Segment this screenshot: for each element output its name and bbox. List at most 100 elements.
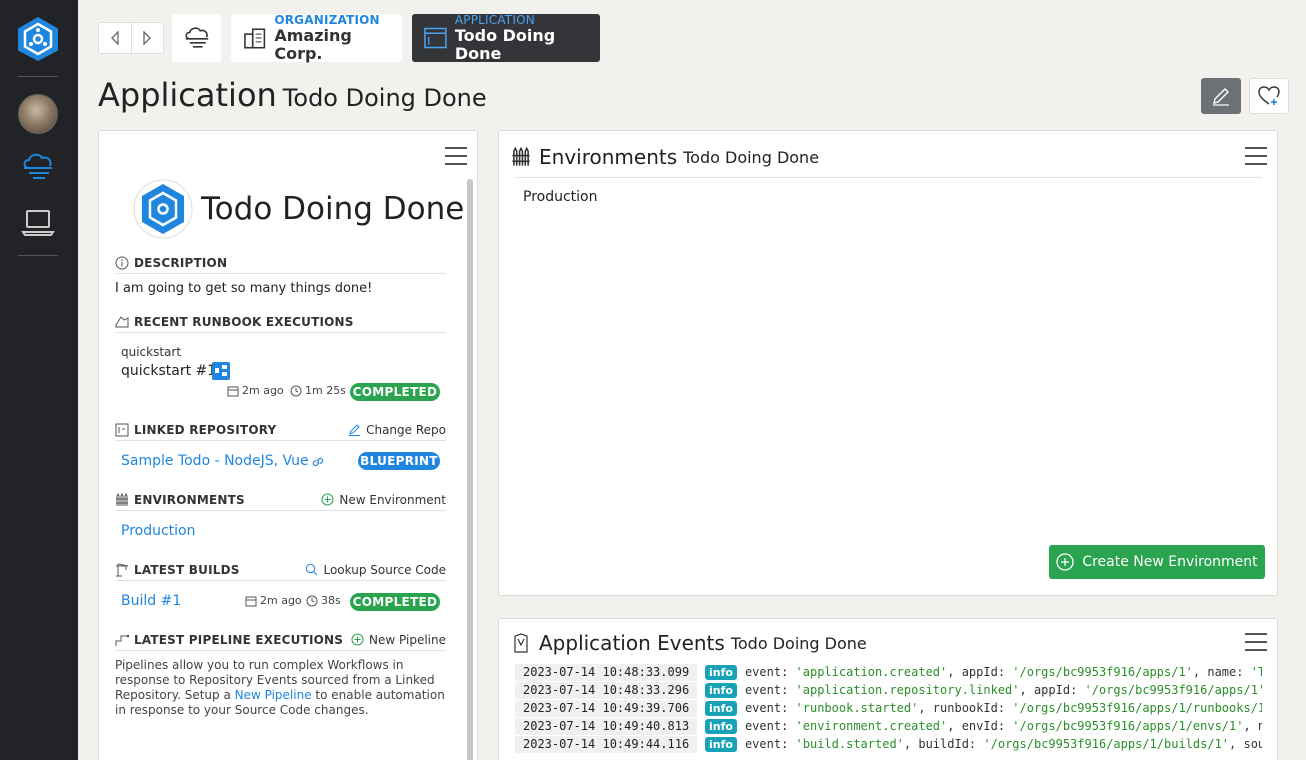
panel-subtitle: Todo Doing Done (730, 633, 867, 653)
calendar-icon (245, 596, 257, 606)
heart-plus-icon (1258, 86, 1280, 105)
repository-icon (115, 423, 129, 436)
rail-divider (18, 255, 58, 256)
log-row: 2023-07-14 10:49:40.813 info event: 'envir… (515, 717, 1262, 735)
building-icon (244, 28, 266, 49)
laptop-icon[interactable] (21, 208, 55, 238)
repository-section: LINKED REPOSITORY Change Repo (115, 419, 446, 441)
app-name: Todo Doing Done (201, 191, 465, 227)
rail-divider (18, 76, 58, 77)
log-row: 2023-07-14 10:49:39.706 info event: 'runbo… (515, 699, 1262, 717)
forward-button[interactable] (130, 23, 163, 53)
build-status-badge: COMPLETED (350, 593, 440, 611)
fence-icon (512, 147, 530, 166)
runbook-time-ago: 2m ago (227, 384, 284, 397)
fence-icon (116, 492, 128, 506)
log-row: 2023-07-14 10:48:33.099 info event: 'appli… (515, 663, 1262, 681)
action-label: New Environment (339, 492, 446, 507)
card-menu-icon[interactable] (445, 147, 467, 165)
log-level-badge: info (705, 700, 737, 716)
calendar-icon (227, 386, 239, 396)
log-row: 2023-07-14 10:48:33.296 info event: 'appli… (515, 681, 1262, 699)
edit-button[interactable] (1201, 78, 1241, 114)
favorite-button[interactable] (1249, 78, 1289, 114)
description-section: DESCRIPTION (115, 252, 446, 274)
log-timestamp: 2023-07-14 10:48:33.099 (515, 663, 697, 681)
log-timestamp: 2023-07-14 10:49:39.706 (515, 699, 697, 717)
new-pipeline-link[interactable]: New Pipeline (235, 688, 312, 702)
time-ago-text: 2m ago (242, 384, 284, 397)
crane-icon (116, 563, 129, 576)
log-message: event: 'runbook.started', runbookId: '/o… (744, 701, 1262, 715)
action-label: Lookup Source Code (323, 562, 446, 577)
duration-text: 38s (321, 594, 341, 607)
back-button[interactable] (99, 23, 131, 53)
panel-menu-icon[interactable] (1245, 147, 1267, 165)
cloud-icon[interactable] (21, 152, 55, 182)
new-pipeline-button[interactable]: New Pipeline (351, 633, 446, 647)
application-crumb[interactable]: APPLICATION Todo Doing Done (412, 13, 600, 63)
log-timestamp: 2023-07-14 10:49:40.813 (515, 717, 697, 735)
app-logo-icon[interactable] (17, 16, 59, 62)
panel-title: Application Events (539, 631, 725, 655)
pencil-icon (1213, 88, 1229, 106)
environment-item[interactable]: Production (523, 189, 597, 205)
organization-crumb[interactable]: ORGANIZATION Amazing Corp. (231, 13, 402, 62)
runbook-execution-link[interactable]: quickstart #1 (121, 363, 216, 379)
log-level-badge: info (705, 718, 737, 734)
events-panel: Application Events Todo Doing Done 2023-… (498, 618, 1278, 760)
new-environment-button[interactable]: New Environment (321, 493, 446, 507)
section-title: LATEST PIPELINE EXECUTIONS (134, 632, 344, 647)
build-duration: 38s (306, 594, 341, 607)
window-icon (424, 27, 447, 49)
build-time-ago: 2m ago (245, 594, 302, 607)
button-label: Create New Environment (1082, 554, 1258, 570)
log-message: event: 'environment.created', envId: '/o… (744, 719, 1262, 733)
builds-section: LATEST BUILDS Lookup Source Code (115, 559, 446, 581)
log-message: event: 'build.started', buildId: '/orgs/… (744, 737, 1262, 751)
crumb-name: Todo Doing Done (454, 26, 556, 63)
panel-subtitle: Todo Doing Done (683, 147, 820, 167)
environments-section: ENVIRONMENTS New Environment (115, 489, 446, 511)
log-timestamp: 2023-07-14 10:49:44.116 (515, 735, 697, 753)
runbook-status-badge: COMPLETED (350, 383, 440, 401)
user-avatar[interactable] (18, 94, 58, 134)
environment-link[interactable]: Production (121, 523, 195, 539)
events-icon (514, 633, 528, 653)
repository-link[interactable]: Sample Todo - NodeJS, Vue (121, 453, 309, 469)
pipelines-description: Pipelines allow you to run complex Workf… (115, 658, 449, 718)
log-message: event: 'application.repository.linked', … (744, 683, 1262, 697)
runbook-name: quickstart (121, 345, 182, 359)
panel-menu-icon[interactable] (1245, 633, 1267, 651)
app-logo-icon (133, 179, 193, 239)
history-nav (98, 22, 164, 54)
lookup-source-code-button[interactable]: Lookup Source Code (305, 563, 446, 577)
section-title: LINKED REPOSITORY (134, 422, 277, 437)
log-level-badge: info (705, 682, 737, 698)
home-crumb[interactable] (172, 14, 221, 62)
section-title: RECENT RUNBOOK EXECUTIONS (134, 314, 354, 329)
build-link[interactable]: Build #1 (121, 593, 181, 609)
scrollbar[interactable] (467, 179, 473, 760)
plus-circle-icon (321, 493, 334, 506)
runbook-duration: 1m 25s (290, 384, 346, 397)
panel-title: Environments (539, 145, 678, 169)
app-hero: Todo Doing Done (133, 179, 464, 239)
page-title: Application Todo Doing Done (98, 76, 487, 114)
cloud-icon (184, 27, 208, 48)
blueprint-badge: BLUEPRINT (358, 452, 440, 470)
section-title: LATEST BUILDS (134, 562, 240, 577)
pipeline-icon (115, 634, 129, 646)
section-title: DESCRIPTION (134, 255, 228, 270)
panel-header: Application Events Todo Doing Done (511, 631, 867, 655)
environments-panel: Environments Todo Doing Done Production … (498, 130, 1278, 596)
link-icon[interactable] (311, 455, 325, 469)
clock-icon (290, 385, 302, 396)
create-environment-button[interactable]: Create New Environment (1049, 545, 1265, 579)
side-rail (0, 0, 78, 760)
change-repo-button[interactable]: Change Repo (348, 423, 446, 437)
log-level-badge: info (705, 736, 737, 752)
workflow-icon[interactable] (212, 362, 230, 380)
divider (515, 177, 1262, 178)
section-title: ENVIRONMENTS (134, 492, 245, 507)
